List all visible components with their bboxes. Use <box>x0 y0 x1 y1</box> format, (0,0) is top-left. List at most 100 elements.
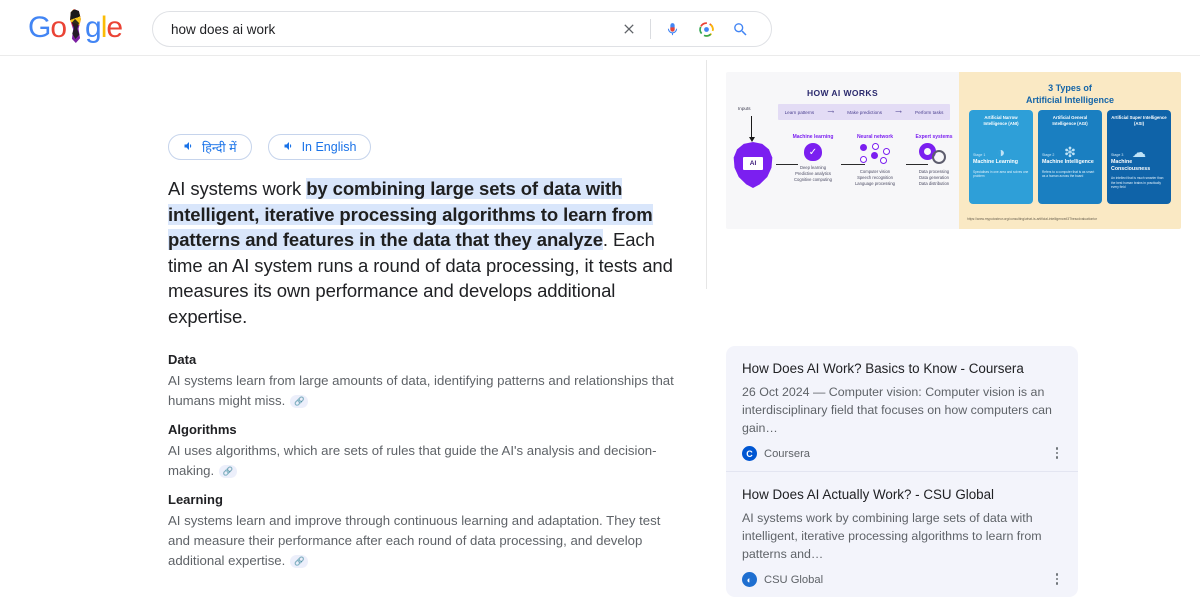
network-icon: ❇ <box>1064 144 1076 160</box>
link-icon[interactable]: 🔗 <box>290 554 309 568</box>
brain-icon: ◑ <box>996 144 1006 160</box>
clear-icon[interactable] <box>612 14 646 44</box>
infographic-a-node-ml: Machine learning Deep learning Predictiv… <box>784 134 842 183</box>
result-source-name: Coursera <box>764 447 811 460</box>
result-menu-icon[interactable] <box>1050 445 1064 461</box>
image-strip: HOW AI WORKS Inputs Learn patterns ⟶ Mak… <box>726 72 1181 229</box>
pipeline-step-3: Perform tasks <box>915 109 944 115</box>
infographic-a-brain-label: AI <box>743 157 763 170</box>
infographic-a-inputs-label: Inputs <box>738 106 751 111</box>
result-menu-icon[interactable] <box>1050 571 1064 587</box>
ai-type-card-ani: Artificial Narrow Intelligence (ANI) ◑ S… <box>969 110 1033 204</box>
card-items: Specialises in one area and solves one p… <box>973 169 1029 179</box>
ai-type-card-asi: Artificial Super Intelligence (ASI) ☁ St… <box>1107 110 1171 204</box>
logo-letter-g2: g <box>85 11 102 44</box>
card-items: Refers to a computer that is as smart as… <box>1042 169 1095 179</box>
section-body-text: AI systems learn and improve through con… <box>168 513 661 568</box>
result-snippet: 26 Oct 2024 — Computer vision: Computer … <box>742 385 1052 435</box>
infographic-b-title: 3 Types of Artificial Intelligence <box>959 82 1181 106</box>
infographic-a-node-nn: Neural network Computer vision Speech re… <box>846 134 904 187</box>
down-arrow-icon <box>748 116 755 142</box>
infographic-how-ai-works[interactable]: HOW AI WORKS Inputs Learn patterns ⟶ Mak… <box>726 72 959 229</box>
section-body-text: AI uses algorithms, which are sets of ru… <box>168 443 657 478</box>
result-title[interactable]: How Does AI Work? Basics to Know - Cours… <box>742 360 1062 378</box>
logo-letter-o1: o <box>50 11 67 44</box>
infographic-a-node-expert: Expert systems Data processing Data gene… <box>908 134 959 187</box>
main-content: हिन्दी में In English AI systems work by… <box>0 56 1200 597</box>
section-learning: Learning AI systems learn and improve th… <box>168 492 680 571</box>
microphone-icon[interactable] <box>655 14 689 44</box>
infographic-b-cards: Artificial Narrow Intelligence (ANI) ◑ S… <box>969 110 1171 204</box>
result-source: ◐ CSU Global <box>742 572 1062 587</box>
node-items: Computer vision Speech recognition Langu… <box>854 169 896 186</box>
infographic-a-pipeline: Learn patterns ⟶ Make predictions ⟶ Perf… <box>778 104 950 120</box>
language-chip-english-label: In English <box>301 140 357 154</box>
ai-type-card-agi: Artificial General Intelligence (AGI) ❇ … <box>1038 110 1102 204</box>
answer-column: हिन्दी में In English AI systems work by… <box>0 56 706 568</box>
card-heading: Artificial Narrow Intelligence (ANI) <box>983 115 1019 126</box>
search-bar-actions <box>612 14 771 44</box>
result-snippet: AI systems work by combining large sets … <box>742 511 1042 561</box>
arrow-icon: ⟶ <box>827 109 835 114</box>
search-bar[interactable] <box>152 11 772 47</box>
node-items: Deep learning Predictive analytics Cogni… <box>794 165 832 182</box>
result-source-name: CSU Global <box>764 573 824 586</box>
section-heading: Learning <box>168 492 223 507</box>
node-heading: Machine learning <box>792 134 834 140</box>
cloud-icon: ☁ <box>1132 144 1146 160</box>
featured-answer: AI systems work by combining large sets … <box>168 176 684 329</box>
language-chip-hindi[interactable]: हिन्दी में <box>168 134 252 160</box>
sidebar-column: HOW AI WORKS Inputs Learn patterns ⟶ Mak… <box>718 56 1200 597</box>
speaker-icon <box>283 140 295 155</box>
node-heading: Neural network <box>856 134 894 140</box>
lightbulb-icon <box>804 143 822 161</box>
section-body: AI systems learn from large amounts of d… <box>168 371 680 411</box>
search-input[interactable] <box>153 13 612 45</box>
section-algorithms: Algorithms AI uses algorithms, which are… <box>168 422 680 481</box>
link-icon[interactable]: 🔗 <box>219 464 238 478</box>
result-title[interactable]: How Does AI Actually Work? - CSU Global <box>742 486 1062 504</box>
section-body: AI uses algorithms, which are sets of ru… <box>168 441 680 481</box>
infographic-b-source-url: https://www.myputosteur.org/consulting/w… <box>967 217 1098 221</box>
section-data: Data AI systems learn from large amounts… <box>168 352 680 411</box>
card-items: An intellect that is much smarter than t… <box>1111 176 1164 190</box>
section-heading: Algorithms <box>168 422 237 437</box>
infographic-a-title: HOW AI WORKS <box>806 88 879 98</box>
google-logo[interactable]: Go gle <box>28 9 124 44</box>
infographic-b-title-line1: 3 Types of <box>1048 83 1092 93</box>
result-card-csu-global[interactable]: How Does AI Actually Work? - CSU Global … <box>726 471 1078 597</box>
section-body: AI systems learn and improve through con… <box>168 511 680 571</box>
page-header: Go gle <box>0 0 1200 56</box>
results-list: How Does AI Work? Basics to Know - Cours… <box>726 346 1078 597</box>
speaker-icon <box>183 140 195 155</box>
google-lens-icon[interactable] <box>689 14 723 44</box>
toolbar-divider <box>650 19 651 39</box>
language-chip-row: हिन्दी में In English <box>168 134 372 160</box>
answer-lead-text: AI systems work <box>168 178 307 199</box>
section-heading: Data <box>168 352 197 367</box>
gears-icon <box>919 143 949 165</box>
logo-letter-g: G <box>28 11 51 44</box>
neural-network-icon <box>858 143 892 165</box>
logo-letter-e: e <box>106 11 123 44</box>
answer-sections: Data AI systems learn from large amounts… <box>168 352 680 582</box>
card-heading: Artificial Super Intelligence (ASI) <box>1111 115 1167 126</box>
pipeline-step-2: Make predictions <box>847 109 882 115</box>
column-divider <box>706 60 707 289</box>
language-chip-english[interactable]: In English <box>267 134 372 160</box>
search-icon[interactable] <box>723 14 757 44</box>
infographic-3-types-of-ai[interactable]: 3 Types of Artificial Intelligence Artif… <box>959 72 1181 229</box>
link-icon[interactable]: 🔗 <box>290 394 309 408</box>
csu-global-favicon-icon: ◐ <box>742 572 757 587</box>
result-source: C Coursera <box>742 446 1062 461</box>
pipeline-step-1: Learn patterns <box>784 109 815 115</box>
section-body-text: AI systems learn from large amounts of d… <box>168 373 674 408</box>
arrow-icon: ⟶ <box>895 109 902 114</box>
node-heading: Expert systems <box>915 134 953 140</box>
result-card-coursera[interactable]: How Does AI Work? Basics to Know - Cours… <box>726 346 1078 471</box>
language-chip-hindi-label: हिन्दी में <box>202 140 237 155</box>
node-items: Data processing Data generation Data dis… <box>918 169 950 186</box>
infographic-b-title-line2: Artificial Intelligence <box>1025 95 1115 105</box>
card-heading: Artificial General Intelligence (AGI) <box>1052 115 1088 126</box>
coursera-favicon-icon: C <box>742 446 757 461</box>
